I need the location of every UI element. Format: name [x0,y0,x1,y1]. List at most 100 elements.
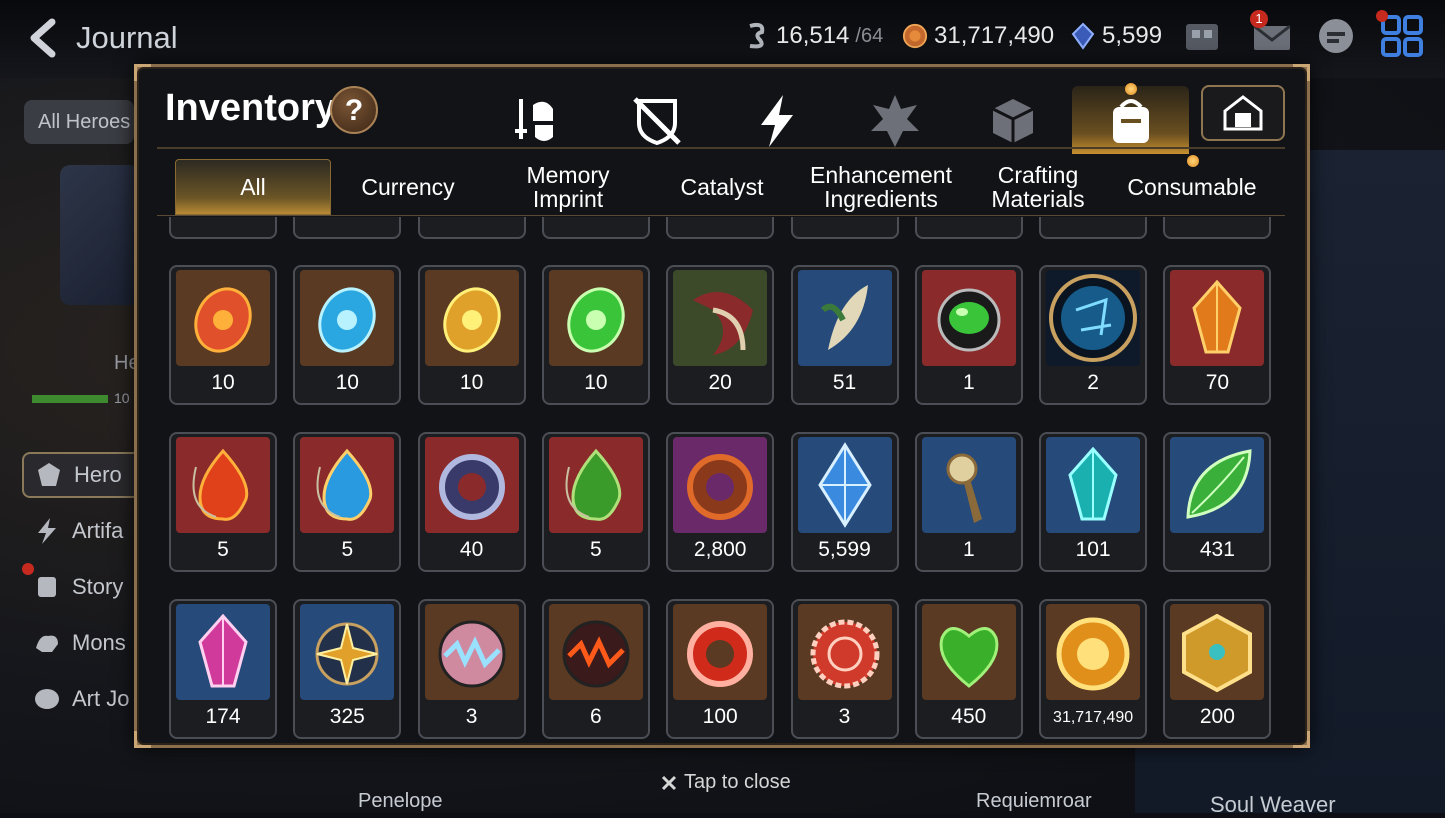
tap-to-close[interactable]: Tap to close [660,771,791,794]
inventory-slot[interactable]: 10 [169,265,277,405]
team-icon[interactable] [1180,14,1224,58]
cube-icon[interactable] [983,91,1043,151]
blue-sigil-icon [1046,270,1141,366]
water-charm-icon [300,437,395,533]
menu-monster-label: Mons [72,630,126,655]
tab-memory-imprint[interactable]: Memory Imprint [493,159,643,215]
catalyst-icon[interactable] [865,91,925,151]
inventory-slot[interactable]: 20 [666,265,775,405]
item-quantity: 431 [1199,538,1235,561]
item-quantity: 1 [962,538,975,561]
inventory-slot[interactable]: 1 [914,432,1023,572]
inventory-slot-partial[interactable]: 200 [666,217,775,239]
item-quantity: 40 [459,538,484,561]
inventory-slot[interactable]: 5 [541,432,650,572]
monster-icon [36,635,58,652]
tab-enhancement-ingredients[interactable]: Enhancement Ingredients [801,159,961,215]
inventory-slot[interactable]: 3 [417,599,526,739]
inventory-slot-partial[interactable]: 1 [541,217,650,239]
inventory-slot[interactable]: 51 [790,265,899,405]
inventory-slot[interactable]: 2 [1039,265,1148,405]
menu-grid-icon[interactable] [1380,14,1424,58]
artifact-icon[interactable] [627,91,687,151]
menu-art-journal[interactable]: Art Jo [22,676,142,722]
hero-name-requiemroar: Requiemroar [976,790,1092,812]
menu-artifact[interactable]: Artifa [22,508,142,554]
back-arrow-icon[interactable] [24,18,64,58]
inventory-slot[interactable]: 10 [417,265,526,405]
orange-crystal-icon [1170,270,1265,366]
inventory-slot-partial[interactable]: 45 [169,217,277,239]
item-quantity: 3 [465,705,478,728]
item-quantity: 325 [329,705,365,728]
item-quantity: 20 [708,371,732,394]
inventory-slot[interactable]: 200 [1163,599,1272,739]
gold-coin-icon [1046,604,1141,700]
stamina-icon [749,22,765,49]
inventory-slot[interactable]: 100 [666,599,775,739]
inventory-slot[interactable]: 5 [169,432,277,572]
bag-icon[interactable] [1101,91,1161,151]
menu-story[interactable]: Story [22,564,142,610]
inventory-slot[interactable]: 70 [1163,265,1272,405]
all-heroes-button[interactable]: All Heroes [24,100,134,144]
red-seal-icon [797,604,892,700]
lightning-icon[interactable] [747,91,807,151]
inventory-slot[interactable]: 1 [914,265,1023,405]
inventory-slot[interactable]: 5 [293,432,402,572]
item-quantity: 51 [832,371,857,394]
tab-consumable[interactable]: Consumable [1117,159,1267,215]
inventory-slot-partial[interactable]: 10 [1163,217,1272,239]
menu-notification-dot [1376,10,1388,22]
inventory-slot[interactable]: 40 [417,432,526,572]
green-heart-icon [921,604,1016,700]
frame-corner [134,731,151,748]
inventory-slot[interactable]: 2,800 [666,432,775,572]
green-rune-icon [548,270,643,366]
progress-bar [32,395,108,403]
category-divider [157,147,1285,149]
progress-value: 10 [114,390,130,406]
inventory-slot[interactable]: 325 [293,599,402,739]
item-quantity: 10 [584,371,608,394]
tab-crafting-materials[interactable]: Crafting Materials [965,159,1111,215]
inventory-slot-partial[interactable]: 27 [293,217,402,239]
feather-icon [797,270,892,366]
equipment-icon[interactable] [509,91,569,151]
tab-catalyst[interactable]: Catalyst [647,159,797,215]
menu-monster[interactable]: Mons [22,620,142,666]
close-icon [661,775,677,790]
item-quantity: 1 [962,371,975,394]
tab-all[interactable]: All [175,159,331,215]
inventory-slot[interactable]: 174 [169,599,277,739]
story-notification-dot [22,563,34,575]
help-button[interactable]: ? [330,86,378,134]
inventory-slot-partial[interactable]: 10 [914,217,1023,239]
inventory-slot[interactable]: 10 [293,265,402,405]
inventory-slot[interactable]: 101 [1039,432,1148,572]
inventory-slot-partial[interactable]: 5 [417,217,526,239]
inventory-slot-partial[interactable]: 20 [1039,217,1148,239]
scroll-icon [38,577,56,597]
star-pendant-icon [300,604,395,700]
tab-currency[interactable]: Currency [333,159,483,215]
storage-button[interactable] [1201,85,1285,141]
item-quantity: 10 [211,371,235,394]
inventory-slot[interactable]: 10 [541,265,650,405]
inventory-slot[interactable]: 3 [790,599,899,739]
menu-artifact-label: Artifa [72,518,124,543]
item-quantity: 2,800 [693,538,747,561]
chat-icon[interactable] [1314,14,1358,58]
inventory-slot[interactable]: 450 [914,599,1023,739]
menu-story-label: Story [72,574,124,599]
inventory-slot[interactable]: 431 [1163,432,1272,572]
stamina-counter: 16,514/64 [744,22,883,50]
inventory-slot[interactable]: 6 [541,599,650,739]
inventory-slot-partial[interactable]: 400 [790,217,899,239]
inventory-slot[interactable]: 5,599 [790,432,899,572]
inventory-slot[interactable]: 31,717,490 [1039,599,1148,739]
yellow-rune-icon [424,270,519,366]
menu-hero[interactable]: Hero [22,452,142,498]
menu-art-journal-label: Art Jo [72,686,130,711]
leaf-icon [1170,437,1265,533]
